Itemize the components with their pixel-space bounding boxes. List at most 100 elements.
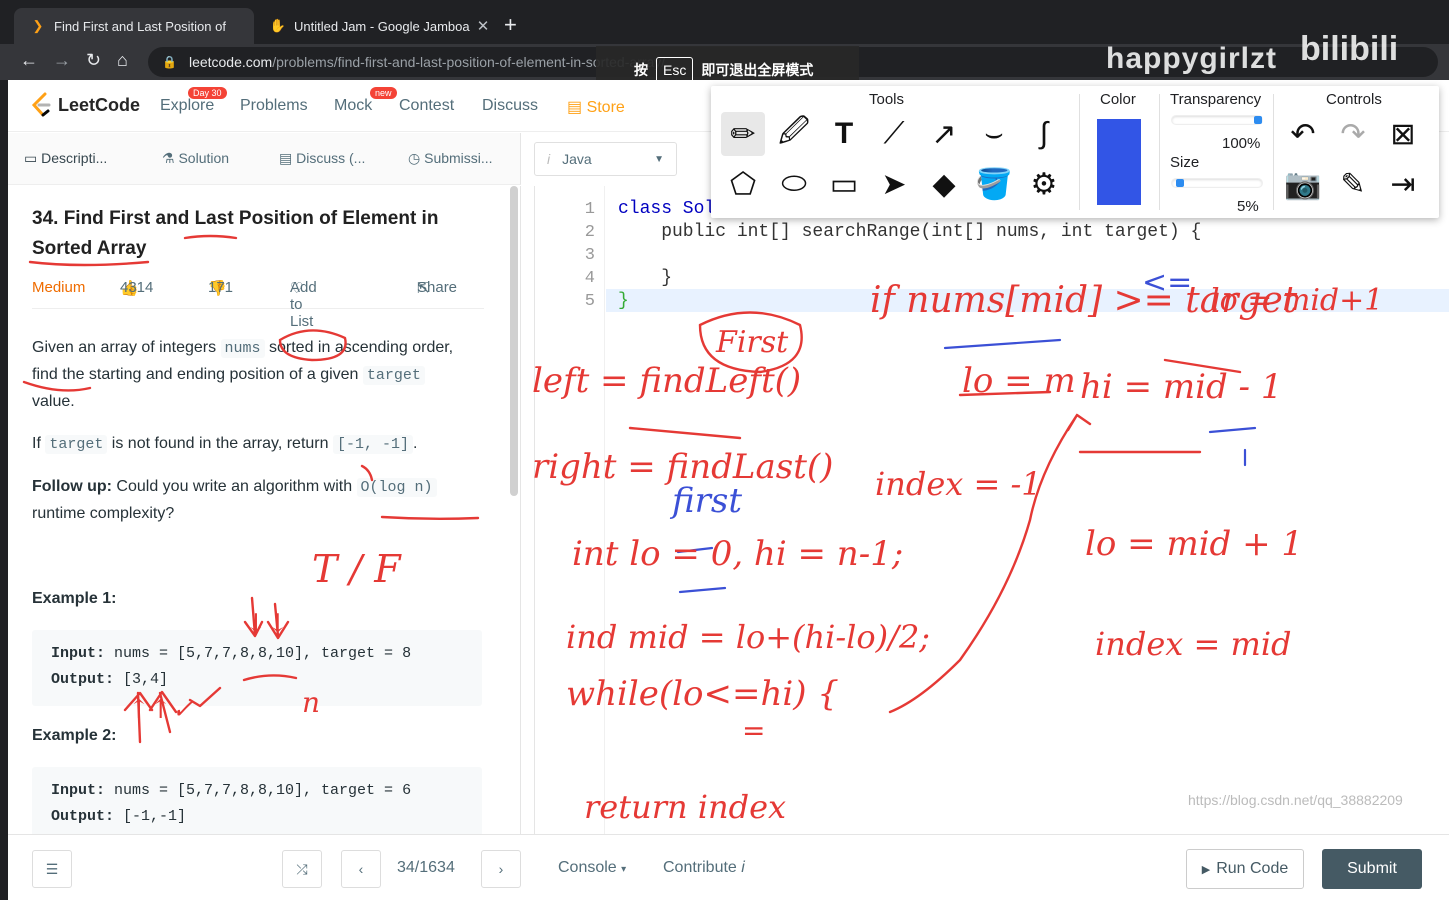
forward-icon[interactable]: → (53, 50, 71, 71)
redo-button[interactable]: ↷ (1331, 112, 1375, 156)
curve-tool[interactable]: ⌣ (972, 112, 1016, 156)
shuffle-icon: ⤮ (296, 860, 308, 877)
tab-title: Find First and Last Position of (54, 18, 226, 34)
line-number: 5 (584, 292, 595, 311)
tab-solution[interactable]: ⚗ Solution (162, 150, 229, 167)
fill-tool[interactable]: 🪣 (972, 162, 1016, 206)
slider-knob[interactable] (1176, 179, 1185, 187)
info-icon: i (741, 859, 745, 876)
tools-header: Tools (869, 91, 905, 108)
example-output: [-1,-1] (114, 808, 187, 825)
tab-submissions[interactable]: ◷ Submissi... (408, 150, 493, 167)
polygon-icon: ⬠ (729, 167, 757, 201)
tab-label: Solution (178, 150, 230, 166)
rectangle-tool[interactable]: ▭ (822, 162, 866, 206)
nav-discuss[interactable]: Discuss (482, 97, 538, 115)
clear-page-icon: ⊠ (1390, 117, 1416, 151)
text-icon: T (834, 117, 854, 150)
clear-button[interactable]: ⊠ (1381, 112, 1425, 156)
flask-icon: ⚗ (162, 150, 179, 166)
nav-explore[interactable]: Explore Day 30 (160, 87, 227, 115)
inline-code: [-1, -1] (332, 435, 413, 454)
description-scrollbar[interactable] (510, 186, 518, 496)
gears-icon: ⚙ (1030, 167, 1058, 201)
code-line: } (618, 268, 673, 288)
problem-meta: Medium 👍 4314 👎 171 ♡ Add to List ⇱ Shar… (32, 279, 484, 330)
day30-badge: Day 30 (188, 87, 227, 99)
pointer-tool[interactable]: ➤ (872, 162, 916, 206)
nav-contest[interactable]: Contest (399, 97, 454, 115)
color-swatch[interactable] (1097, 119, 1141, 205)
browser-tab-leetcode[interactable]: ❯ Find First and Last Position of (14, 8, 254, 44)
language-select[interactable]: i Java ▼ (534, 142, 677, 176)
nav-mock[interactable]: Mock new (334, 87, 397, 115)
screenshot-button[interactable]: 📷 (1281, 162, 1325, 206)
chevron-right-icon: › (498, 861, 504, 877)
leetcode-logo[interactable]: LeetCode (30, 92, 140, 118)
tab-title: Untitled Jam - Google Jamboa (294, 18, 470, 34)
text: . (412, 435, 418, 452)
new-tab-icon[interactable]: + (504, 12, 517, 38)
size-value: 5% (1237, 198, 1259, 215)
notice-prefix: 按 (634, 62, 648, 78)
dislikes-count: 171 (208, 279, 234, 296)
problem-paragraph-1: Given an array of integers nums sorted i… (32, 335, 472, 415)
caret-down-icon: ▾ (621, 864, 627, 875)
browser-tab-bar: ❯ Find First and Last Position of ✋ Unti… (0, 0, 1449, 44)
pen-icon: ✏ (730, 117, 756, 151)
run-code-button[interactable]: ▶ Run Code (1186, 849, 1304, 889)
store-icon: ▤ (567, 99, 587, 116)
nav-problems[interactable]: Problems (240, 97, 308, 115)
difficulty-label: Medium (32, 279, 86, 296)
freeform-tool[interactable]: ∫ (1022, 112, 1066, 156)
chevron-left-icon: ‹ (358, 861, 364, 877)
problem-paragraph-2: If target is not found in the array, ret… (32, 431, 472, 458)
home-icon[interactable]: ⌂ (117, 50, 128, 71)
active-line-highlight (606, 289, 1449, 312)
next-problem-button[interactable]: › (481, 850, 521, 888)
jamboard-favicon-icon: ✋ (269, 18, 287, 33)
slider-knob[interactable] (1254, 116, 1262, 124)
marker-icon: 🖉 (778, 114, 810, 148)
ellipse-tool[interactable]: ⬭ (772, 162, 816, 206)
marker-tool[interactable]: 🖉 (772, 112, 816, 156)
new-badge: new (370, 87, 397, 99)
pen-tool[interactable]: ✏ (721, 112, 765, 156)
nav-store[interactable]: ▤ Store (567, 97, 625, 117)
transparency-slider[interactable] (1171, 115, 1263, 125)
eraser-tool[interactable]: ◆ (922, 162, 966, 206)
console-button[interactable]: Console ▾ (558, 859, 626, 877)
settings-tool[interactable]: ⚙ (1022, 162, 1066, 206)
problem-pager: 34/1634 (397, 859, 455, 876)
edit-button[interactable]: ✎ (1331, 162, 1375, 206)
problem-list-button[interactable]: ☰ (32, 850, 72, 888)
undo-button[interactable]: ↶ (1281, 112, 1325, 156)
submit-button[interactable]: Submit (1322, 849, 1422, 889)
contribute-button[interactable]: Contribute i (663, 859, 745, 877)
size-slider[interactable] (1171, 178, 1263, 188)
notice-suffix: 即可退出全屏模式 (701, 62, 814, 78)
curve-icon: ⌣ (984, 117, 1004, 150)
browser-tab-jamboard[interactable]: ✋ Untitled Jam - Google Jamboa ✕ (254, 8, 494, 44)
leetcode-logo-icon (31, 92, 51, 117)
exit-button[interactable]: ⇥ (1381, 162, 1425, 206)
polygon-tool[interactable]: ⬠ (721, 162, 765, 206)
arrow-tool[interactable]: ↗ (922, 112, 966, 156)
tab-discuss[interactable]: ▤ Discuss (... (279, 150, 365, 167)
play-icon: ▶ (1201, 863, 1211, 876)
code-editor[interactable]: 1 2 3 4 5 class Sol public int[] searchR… (534, 186, 1449, 834)
list-icon: ☰ (45, 860, 59, 877)
example-input: nums = [5,7,7,8,8,10], target = 8 (105, 645, 412, 662)
line-icon: ⟋ (883, 117, 905, 150)
back-icon[interactable]: ← (20, 50, 38, 71)
line-tool[interactable]: ⟋ (872, 112, 916, 156)
chevron-down-icon: ▼ (654, 153, 664, 165)
undo-icon: ↶ (1290, 117, 1316, 151)
tab-description[interactable]: ▭ Descripti... (24, 150, 107, 167)
redo-icon: ↷ (1340, 117, 1366, 151)
prev-problem-button[interactable]: ‹ (341, 850, 381, 888)
reload-icon[interactable]: ↻ (86, 50, 101, 71)
close-tab-icon[interactable]: ✕ (472, 17, 494, 35)
text-tool[interactable]: T (822, 112, 866, 156)
random-problem-button[interactable]: ⤮ (282, 850, 322, 888)
